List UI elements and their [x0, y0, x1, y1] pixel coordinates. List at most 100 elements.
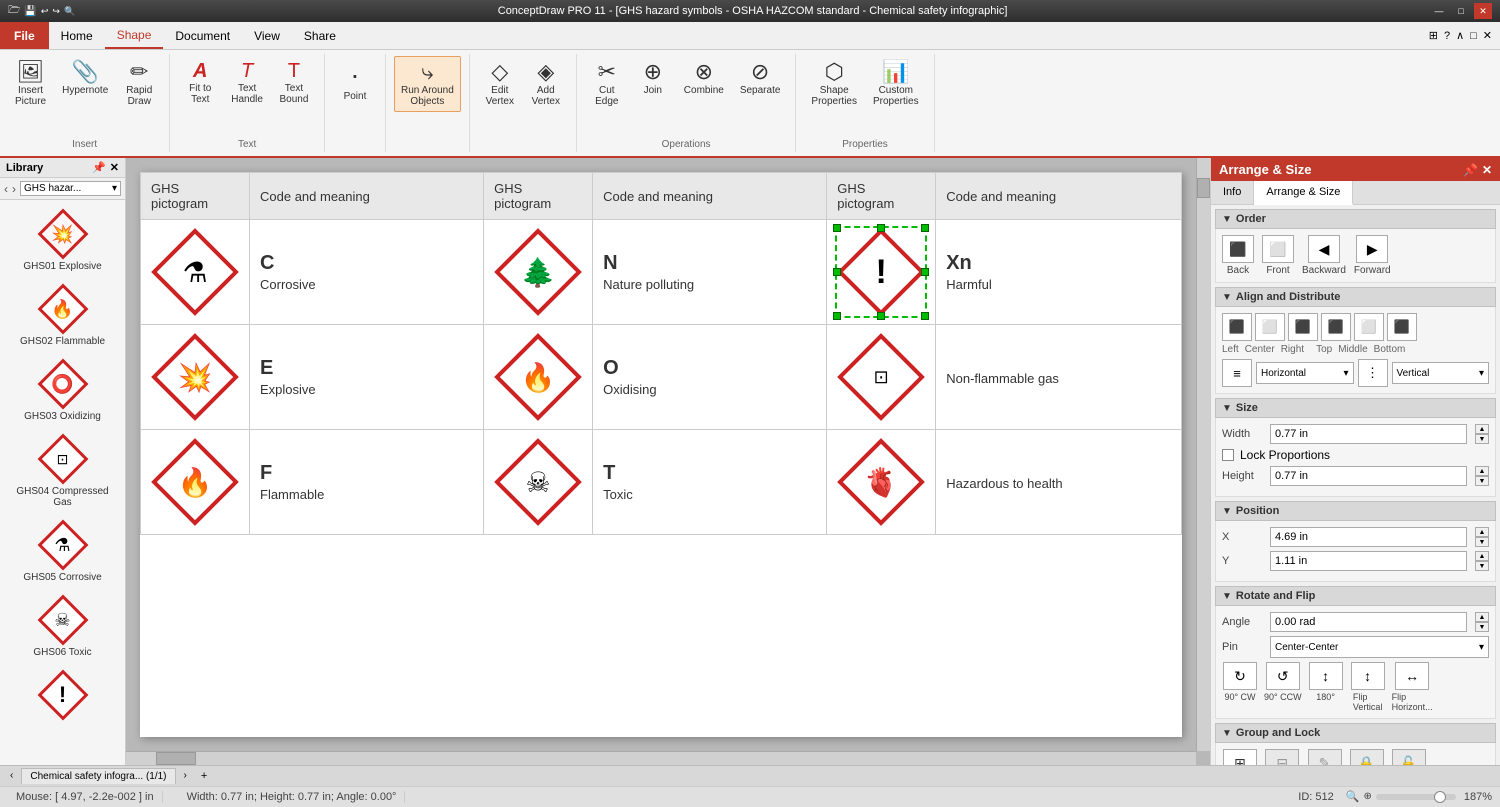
edit-group-button[interactable]: ✎ EditGroup: [1307, 749, 1343, 765]
panel-pin-icon[interactable]: 📌: [1463, 163, 1478, 177]
panel-win-controls[interactable]: 📌 ✕: [1463, 163, 1492, 177]
exclamation-diamond[interactable]: !: [841, 232, 921, 312]
angle-input[interactable]: 0.00 rad: [1270, 612, 1467, 632]
x-up-arrow[interactable]: ▲: [1475, 527, 1489, 537]
horizontal-dropdown[interactable]: Horizontal ▾: [1256, 362, 1354, 384]
vertical-dropdown[interactable]: Vertical ▾: [1392, 362, 1490, 384]
menu-shape[interactable]: Shape: [105, 22, 164, 49]
combine-button[interactable]: ⊗ Combine: [677, 56, 731, 101]
height-up-arrow[interactable]: ▲: [1475, 466, 1489, 476]
custom-properties-button[interactable]: 📊 CustomProperties: [866, 56, 926, 112]
library-close-icon[interactable]: ✕: [110, 161, 119, 174]
library-controls[interactable]: 📌 ✕: [92, 161, 119, 174]
tab-arrange-size[interactable]: Arrange & Size: [1254, 181, 1353, 205]
tab-info[interactable]: Info: [1211, 181, 1254, 204]
library-nav-next[interactable]: ›: [12, 182, 16, 196]
tab-nav-prev[interactable]: ‹: [6, 768, 17, 783]
handle-bc[interactable]: [877, 312, 885, 320]
cell-explosive-icon[interactable]: 💥: [141, 325, 250, 430]
zoom-thumb[interactable]: [1434, 791, 1446, 803]
position-section-header[interactable]: ▼ Position: [1215, 501, 1496, 521]
lock-button[interactable]: 🔒 Lock: [1349, 749, 1385, 765]
height-input[interactable]: 0.77 in: [1270, 466, 1467, 486]
zoom-slider[interactable]: [1376, 794, 1456, 800]
align-bottom-button[interactable]: ⬛: [1387, 313, 1417, 341]
handle-mr[interactable]: [921, 268, 929, 276]
handle-br[interactable]: [921, 312, 929, 320]
close-button[interactable]: ✕: [1474, 3, 1492, 19]
width-input[interactable]: 0.77 in: [1270, 424, 1467, 444]
shape-properties-button[interactable]: ⬡ ShapeProperties: [804, 56, 864, 112]
library-item-ghs05[interactable]: ⚗ GHS05 Corrosive: [4, 515, 121, 586]
text-bound-button[interactable]: T TextBound: [272, 56, 316, 110]
align-section-header[interactable]: ▼ Align and Distribute: [1215, 287, 1496, 307]
library-nav-prev[interactable]: ‹: [4, 182, 8, 196]
zoom-in-icon[interactable]: 🔍: [1346, 790, 1360, 803]
edit-vertex-button[interactable]: ◇ EditVertex: [478, 56, 522, 112]
pin-dropdown[interactable]: Center-Center ▾: [1270, 636, 1489, 658]
cell-health-icon[interactable]: 🫀: [827, 430, 936, 535]
align-top-button[interactable]: ⬛: [1321, 313, 1351, 341]
menu-view[interactable]: View: [242, 22, 292, 49]
rotate-180-button[interactable]: ↕ 180°: [1308, 662, 1344, 712]
width-spinner[interactable]: ▲ ▼: [1475, 424, 1489, 444]
run-around-objects-button[interactable]: ⤷ Run AroundObjects: [394, 56, 461, 112]
y-input[interactable]: 1.11 in: [1270, 551, 1467, 571]
library-item-ghs01[interactable]: 💥 GHS01 Explosive: [4, 204, 121, 275]
library-item-ghs03[interactable]: ⭕ GHS03 Oxidizing: [4, 354, 121, 425]
height-spinner[interactable]: ▲ ▼: [1475, 466, 1489, 486]
add-vertex-button[interactable]: ◈ AddVertex: [524, 56, 568, 112]
x-down-arrow[interactable]: ▼: [1475, 537, 1489, 547]
unlock-button[interactable]: 🔓 UnLock: [1391, 749, 1427, 765]
handle-tr[interactable]: [921, 224, 929, 232]
fit-to-text-button[interactable]: A Fit toText: [178, 56, 222, 110]
menu-file[interactable]: File: [0, 22, 49, 49]
back-button[interactable]: ⬛ Back: [1222, 235, 1254, 276]
hypernote-button[interactable]: 📎 Hypernote: [55, 56, 115, 101]
y-spinner[interactable]: ▲ ▼: [1475, 551, 1489, 571]
align-left-button[interactable]: ⬛: [1222, 313, 1252, 341]
canvas[interactable]: GHS pictogram Code and meaning GHS picto…: [140, 172, 1182, 737]
forward-button[interactable]: ▶ Forward: [1354, 235, 1391, 276]
align-middle-button[interactable]: ⬜: [1354, 313, 1384, 341]
vertical-scrollbar[interactable]: [1196, 158, 1210, 751]
size-section-header[interactable]: ▼ Size: [1215, 398, 1496, 418]
x-spinner[interactable]: ▲ ▼: [1475, 527, 1489, 547]
join-button[interactable]: ⊕ Join: [631, 56, 675, 101]
zoom-icon2[interactable]: ⊕: [1363, 791, 1371, 802]
panel-close-icon[interactable]: ✕: [1482, 163, 1492, 177]
maximize-button[interactable]: □: [1452, 3, 1470, 19]
backward-button[interactable]: ◀ Backward: [1302, 235, 1346, 276]
separate-button[interactable]: ⊘ Separate: [733, 56, 788, 101]
horizontal-align-icon[interactable]: ≡: [1222, 359, 1252, 387]
y-up-arrow[interactable]: ▲: [1475, 551, 1489, 561]
horizontal-scrollbar[interactable]: [126, 751, 1196, 765]
hscroll-thumb[interactable]: [156, 752, 196, 765]
minimize-button[interactable]: —: [1430, 3, 1448, 19]
library-dropdown[interactable]: GHS hazar... ▾: [20, 181, 121, 196]
rotate-90ccw-button[interactable]: ↺ 90° CCW: [1264, 662, 1302, 712]
cell-exclamation-icon[interactable]: !: [827, 220, 936, 325]
ungroup-button[interactable]: ⊟ UnGroup: [1264, 749, 1301, 765]
add-tab-button[interactable]: +: [201, 770, 207, 782]
order-section-header[interactable]: ▼ Order: [1215, 209, 1496, 229]
canvas-area[interactable]: GHS pictogram Code and meaning GHS picto…: [126, 158, 1210, 765]
text-handle-button[interactable]: T TextHandle: [224, 56, 270, 110]
y-down-arrow[interactable]: ▼: [1475, 561, 1489, 571]
library-item-ghs07[interactable]: !: [4, 665, 121, 725]
rotate-90cw-button[interactable]: ↻ 90° CW: [1222, 662, 1258, 712]
insert-picture-button[interactable]: 🖼 InsertPicture: [8, 56, 53, 112]
flip-vertical-button[interactable]: ↕ FlipVertical: [1350, 662, 1386, 712]
vscroll-thumb[interactable]: [1197, 178, 1210, 198]
angle-spinner[interactable]: ▲ ▼: [1475, 612, 1489, 632]
flip-horizontal-button[interactable]: ↔ FlipHorizont...: [1392, 662, 1433, 712]
menu-document[interactable]: Document: [163, 22, 242, 49]
width-up-arrow[interactable]: ▲: [1475, 424, 1489, 434]
menu-home[interactable]: Home: [49, 22, 105, 49]
handle-tl[interactable]: [833, 224, 841, 232]
cell-oxidising-icon[interactable]: 🔥: [484, 325, 593, 430]
cell-gas-icon[interactable]: ⊡: [827, 325, 936, 430]
group-section-header[interactable]: ▼ Group and Lock: [1215, 723, 1496, 743]
cell-nature-icon[interactable]: 🌲: [484, 220, 593, 325]
menu-share[interactable]: Share: [292, 22, 348, 49]
